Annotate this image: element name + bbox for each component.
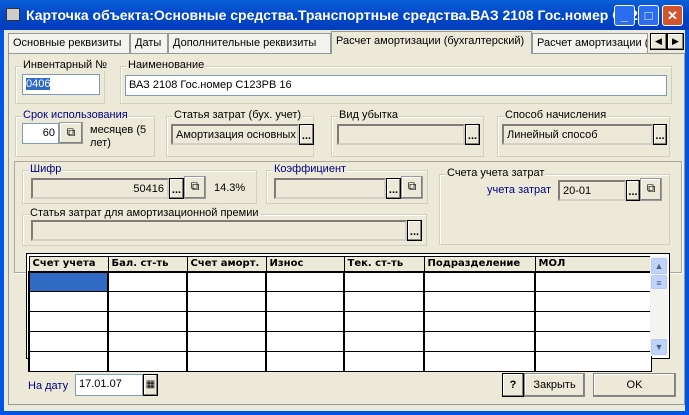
term-unit: месяцев (5 лет) <box>90 124 147 149</box>
minimize-button[interactable]: _ <box>614 5 635 26</box>
loss-type-label: Вид убытка <box>338 109 399 121</box>
maximize-button[interactable]: □ <box>638 5 659 26</box>
table-row[interactable] <box>28 291 652 312</box>
code-percent: 14.3% <box>214 182 246 194</box>
calendar-icon[interactable]: ▦ <box>143 374 158 396</box>
col-depreciation-account[interactable]: Счет аморт. <box>186 256 267 273</box>
scroll-up-icon[interactable]: ▲ <box>651 258 667 274</box>
copy-icon[interactable]: ⧉ <box>59 122 83 144</box>
term-label: Срок использования <box>22 109 129 121</box>
help-button[interactable]: ? <box>502 373 524 397</box>
date-input[interactable]: 17.01.07 <box>75 374 143 396</box>
grid-scrollbar[interactable]: ▲ ≡ ▼ <box>650 256 668 356</box>
tab-depreciation-tax[interactable]: Расчет амортизации (н <box>532 33 648 53</box>
inventory-label: Инвентарный № <box>22 59 109 71</box>
method-input[interactable]: Линейный способ <box>502 124 653 145</box>
app-icon <box>6 8 20 21</box>
term-input[interactable]: 60 <box>22 123 59 144</box>
cost-item-input[interactable]: Амортизация основных <box>171 124 299 145</box>
code-copy-icon[interactable]: ⧉ <box>184 176 206 199</box>
table-row[interactable] <box>28 351 652 372</box>
tab-scroll-right[interactable]: ▶ <box>667 33 684 50</box>
inventory-input[interactable]: 0406 <box>22 74 100 95</box>
name-label: Наименование <box>127 59 206 71</box>
window-title: Карточка объекта:Основные средства.Транс… <box>26 7 650 23</box>
col-account[interactable]: Счет учета <box>28 256 109 273</box>
col-balance-value[interactable]: Бал. ст-ть <box>107 256 188 273</box>
accounts-label: Счета учета затрат <box>446 167 546 179</box>
table-row[interactable] <box>28 331 652 352</box>
accounts-field-label: учета затрат <box>487 184 552 196</box>
premium-label: Статья затрат для амортизационной премии <box>29 207 260 219</box>
accounts-input[interactable]: 20-01 <box>558 180 626 201</box>
loss-type-input[interactable] <box>337 124 465 145</box>
title-bar: Карточка объекта:Основные средства.Транс… <box>0 0 689 30</box>
ok-button[interactable]: OK <box>593 373 676 397</box>
table-row[interactable] <box>28 271 652 292</box>
col-wear[interactable]: Износ <box>265 256 345 273</box>
code-select-button[interactable]: ... <box>169 178 184 199</box>
accounts-select-button[interactable]: ... <box>626 180 640 201</box>
date-label: На дату <box>28 380 69 392</box>
method-label: Способ начисления <box>504 109 608 121</box>
col-department[interactable]: Подразделение <box>423 256 536 273</box>
tab-additional[interactable]: Дополнительные реквизиты <box>168 33 331 53</box>
close-button[interactable]: ✕ <box>662 5 683 26</box>
coef-select-button[interactable]: ... <box>386 178 401 199</box>
accounts-copy-icon[interactable]: ⧉ <box>640 178 662 201</box>
method-select-button[interactable]: ... <box>653 124 667 145</box>
code-label: Шифр <box>29 163 63 175</box>
scroll-thumb[interactable]: ≡ <box>651 275 667 289</box>
dialog-window: Карточка объекта:Основные средства.Транс… <box>0 0 689 415</box>
cost-item-select-button[interactable]: ... <box>299 124 314 145</box>
coef-label: Коэффициент <box>273 163 348 175</box>
table-row[interactable] <box>28 311 652 332</box>
premium-select-button[interactable]: ... <box>407 220 422 241</box>
close-dialog-button[interactable]: Закрыть <box>524 373 585 397</box>
coef-copy-icon[interactable]: ⧉ <box>401 176 423 199</box>
cost-item-label: Статья затрат (бух. учет) <box>173 109 303 121</box>
name-input[interactable]: ВАЗ 2108 Гос.номер С123РВ 16 <box>125 75 667 96</box>
accounts-table: Счет учета Бал. ст-ть Счет аморт. Износ … <box>28 256 652 372</box>
col-current-value[interactable]: Тек. ст-ть <box>343 256 425 273</box>
tab-dates[interactable]: Даты <box>130 33 168 53</box>
table-header: Счет учета Бал. ст-ть Счет аморт. Износ … <box>28 256 652 273</box>
scroll-down-icon[interactable]: ▼ <box>651 339 667 355</box>
code-input[interactable]: 50416 <box>31 178 169 199</box>
tab-depreciation-accounting[interactable]: Расчет амортизации (бухгалтерский) <box>331 31 532 54</box>
tab-main[interactable]: Основные реквизиты <box>8 33 130 53</box>
tab-scroll-left[interactable]: ◀ <box>650 33 667 50</box>
coef-input[interactable] <box>274 178 386 199</box>
premium-input[interactable] <box>31 220 407 241</box>
col-responsible[interactable]: МОЛ <box>534 256 652 273</box>
loss-type-select-button[interactable]: ... <box>465 124 480 145</box>
